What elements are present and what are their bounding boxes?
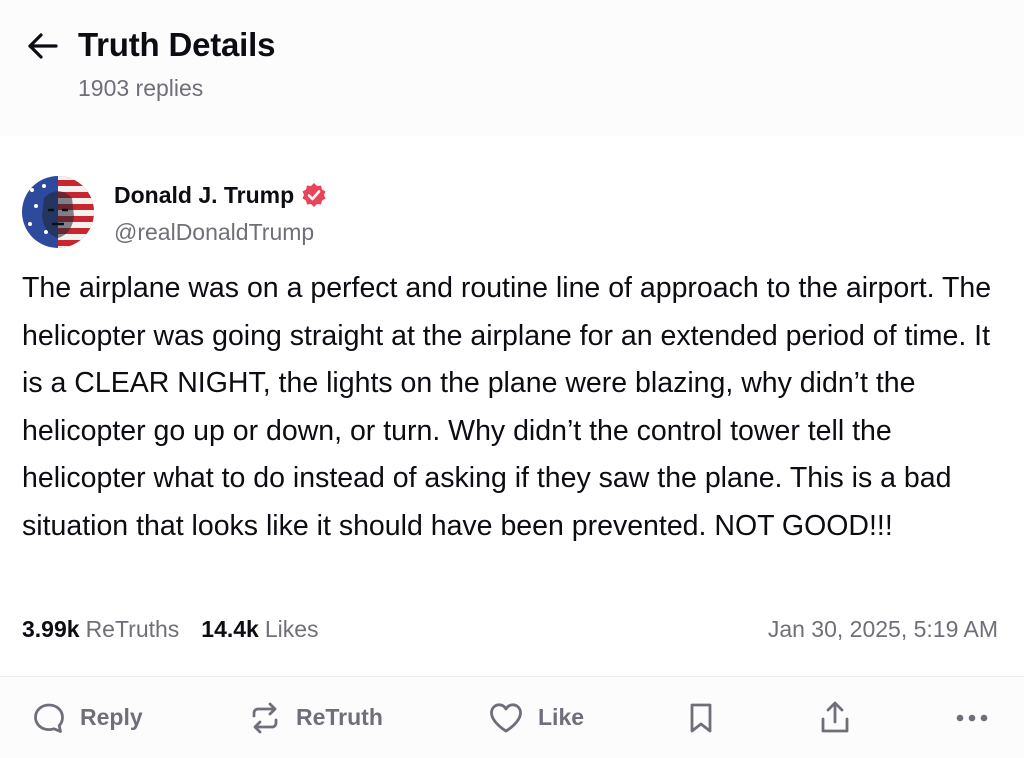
share-icon: [818, 700, 852, 736]
post-body: The airplane was on a perfect and routin…: [22, 272, 992, 542]
retruth-label: ReTruth: [296, 704, 383, 730]
author-row: Donald J. Trump: [114, 181, 328, 209]
retruth-button[interactable]: ReTruth: [248, 677, 383, 758]
like-button[interactable]: Like: [488, 677, 584, 758]
reply-button[interactable]: Reply: [32, 677, 143, 758]
heart-icon: [488, 701, 524, 735]
like-label: Like: [538, 704, 585, 730]
post-stats: 3.99k ReTruths 14.4k Likes: [22, 616, 319, 643]
author-name[interactable]: Donald J. Trump: [114, 182, 294, 209]
retruths-label: ReTruths: [85, 616, 180, 642]
action-bar: Reply ReTruth Like: [0, 677, 1024, 758]
header: Truth Details 1903 replies: [0, 0, 1024, 136]
bookmark-button[interactable]: [686, 677, 716, 758]
likes-count: 14.4k: [201, 616, 259, 642]
arrow-left-icon: [26, 32, 58, 65]
more-icon: [954, 712, 990, 724]
reply-count: 1903 replies: [78, 75, 204, 101]
retruths-stat[interactable]: 3.99k ReTruths: [22, 616, 179, 643]
avatar[interactable]: [22, 176, 94, 248]
reply-label: Reply: [80, 704, 143, 730]
likes-label: Likes: [264, 616, 319, 642]
back-button[interactable]: [24, 30, 60, 66]
retruths-count: 3.99k: [22, 616, 80, 642]
reply-icon: [32, 701, 66, 735]
more-button[interactable]: [954, 677, 990, 758]
post-timestamp: Jan 30, 2025, 5:19 AM: [767, 616, 998, 642]
bookmark-icon: [686, 701, 716, 735]
retruth-icon: [248, 701, 282, 735]
page-title: Truth Details: [78, 26, 276, 63]
likes-stat[interactable]: 14.4k Likes: [201, 616, 318, 643]
author-handle[interactable]: @realDonaldTrump: [114, 219, 314, 246]
verified-badge-icon: [300, 181, 328, 209]
share-button[interactable]: [818, 677, 852, 758]
